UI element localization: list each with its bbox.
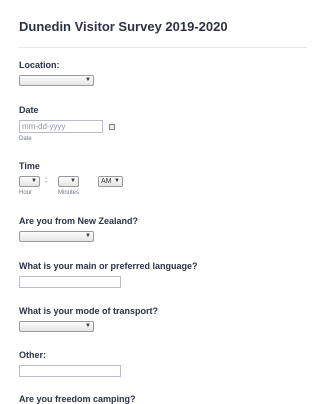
location-select[interactable]: ▼ [19,75,94,86]
chevron-down-icon: ▼ [85,323,91,329]
ampm-select-value: AM [101,178,112,185]
calendar-icon[interactable] [109,124,115,130]
date-sublabel: Date [19,136,32,142]
title-divider [19,47,307,48]
ampm-select[interactable]: AM ▼ [98,176,123,187]
date-input[interactable]: mm-dd-yyyy [19,120,103,133]
time-separator: : [45,175,48,184]
transport-label: What is your mode of transport? [19,306,159,316]
freedom-camping-label: Are you freedom camping? [19,394,136,404]
time-label: Time [19,161,40,171]
other-input[interactable] [19,365,121,377]
chevron-down-icon: ▼ [85,233,91,239]
hour-select[interactable]: ▼ [19,176,40,187]
chevron-down-icon: ▼ [114,178,120,184]
chevron-down-icon: ▼ [85,77,91,83]
form-title: Dunedin Visitor Survey 2019-2020 [19,19,228,34]
date-label: Date [19,105,39,115]
location-label: Location: [19,60,60,70]
transport-select[interactable]: ▼ [19,321,94,332]
hour-sublabel: Hour [19,190,33,196]
from-nz-select[interactable]: ▼ [19,231,94,242]
from-nz-label: Are you from New Zealand? [19,216,139,226]
other-label: Other: [19,350,46,360]
chevron-down-icon: ▼ [31,178,37,184]
minutes-sublabel: Minutes [58,190,80,196]
chevron-down-icon: ▼ [70,178,76,184]
language-label: What is your main or preferred language? [19,261,198,271]
minutes-select[interactable]: ▼ [58,176,79,187]
language-input[interactable] [19,276,121,288]
